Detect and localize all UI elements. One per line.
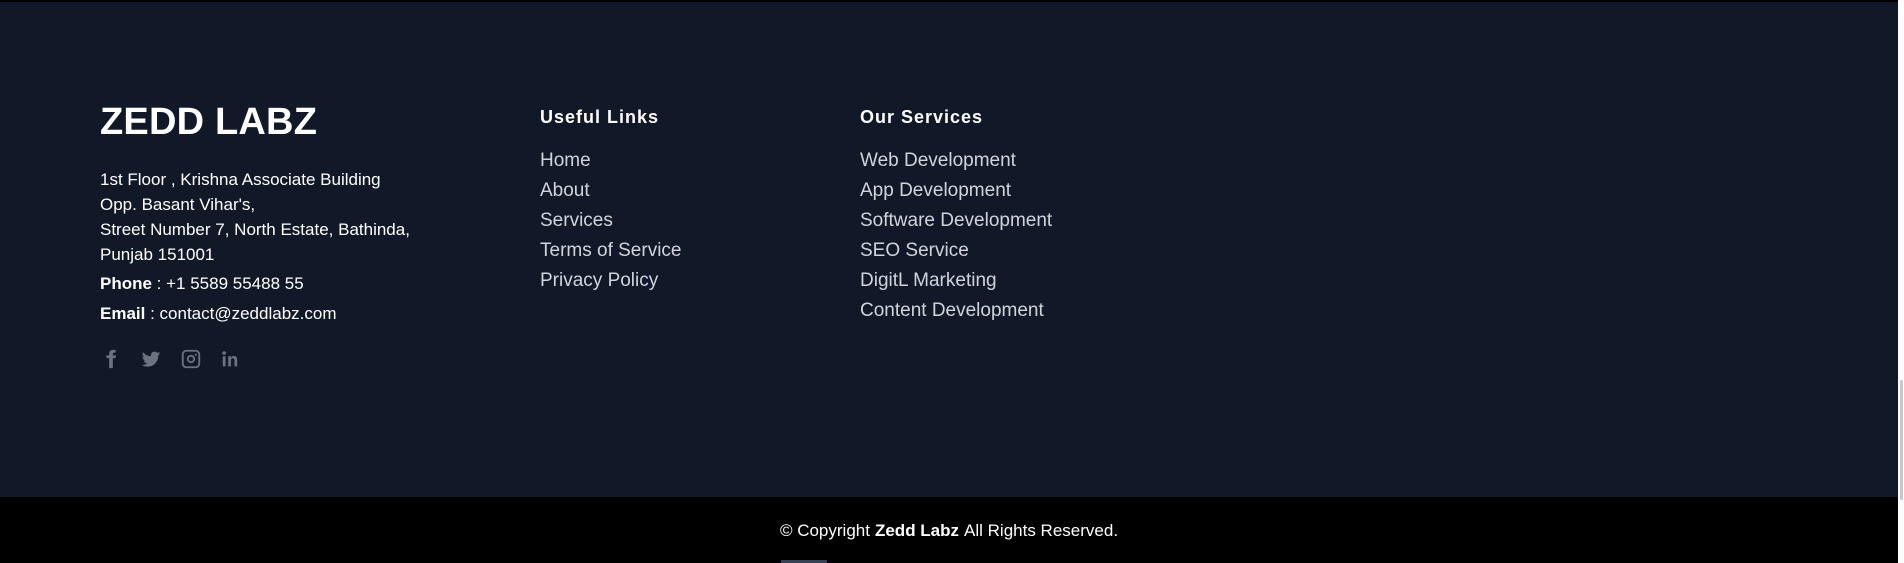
service-content-development[interactable]: Content Development: [860, 296, 1160, 326]
useful-link-about[interactable]: About: [540, 176, 800, 206]
facebook-icon: [100, 348, 122, 375]
useful-links-list: Home About Services Terms of Service Pri…: [540, 146, 800, 296]
copyright-company: Zedd Labz: [874, 521, 960, 540]
twitter-link[interactable]: [140, 351, 162, 373]
instagram-link[interactable]: [180, 348, 202, 375]
page: ZEDD LABZ 1st Floor , Krishna Associate …: [0, 0, 1904, 563]
our-services-title: Our Services: [860, 107, 984, 127]
service-seo[interactable]: SEO Service: [860, 236, 1160, 266]
email-value: contact@zeddlabz.com: [159, 303, 337, 323]
phone-value: +1 5589 55488 55: [166, 273, 304, 293]
service-software-development[interactable]: Software Development: [860, 206, 1160, 236]
useful-link-services[interactable]: Services: [540, 206, 800, 236]
email-separator: :: [145, 303, 160, 323]
address-line: Punjab 151001: [100, 244, 215, 264]
our-services-list: Web Development App Development Software…: [860, 146, 1160, 326]
twitter-icon: [140, 348, 162, 375]
email-line: Email : contact@zeddlabz.com: [100, 301, 480, 327]
address-line: Street Number 7, North Estate, Bathinda,: [100, 219, 410, 239]
useful-link-privacy[interactable]: Privacy Policy: [540, 266, 800, 296]
scrollbar-thumb[interactable]: [1900, 380, 1903, 500]
social-links: [100, 348, 480, 375]
service-digital-marketing[interactable]: DigitL Marketing: [860, 266, 1160, 296]
useful-link-terms[interactable]: Terms of Service: [540, 236, 800, 266]
useful-links-column: Useful Links Home About Services Terms o…: [540, 106, 800, 296]
address-line: Opp. Basant Vihar's,: [100, 194, 256, 214]
instagram-icon: [180, 348, 202, 375]
linkedin-link[interactable]: [220, 351, 242, 373]
phone-separator: :: [151, 273, 167, 293]
useful-link-home[interactable]: Home: [540, 146, 800, 176]
service-app-development[interactable]: App Development: [860, 176, 1160, 206]
footer-main: ZEDD LABZ 1st Floor , Krishna Associate …: [0, 0, 1898, 499]
email-label: Email: [100, 303, 146, 323]
service-web-development[interactable]: Web Development: [860, 146, 1160, 176]
our-services-column: Our Services Web Development App Develop…: [860, 106, 1160, 326]
page-scrollbar[interactable]: [1898, 0, 1904, 563]
brand-title: ZEDD LABZ: [100, 101, 318, 143]
useful-links-title: Useful Links: [540, 107, 660, 127]
phone-label: Phone: [100, 273, 152, 293]
footer-brand-column: ZEDD LABZ 1st Floor , Krishna Associate …: [100, 101, 480, 375]
address-line: 1st Floor , Krishna Associate Building: [100, 169, 381, 189]
linkedin-icon: [220, 348, 242, 375]
copyright-bar: © Copyright Zedd Labz All Rights Reserve…: [0, 497, 1898, 563]
address-block: 1st Floor , Krishna Associate Building O…: [100, 167, 480, 267]
copyright-suffix: All Rights Reserved.: [964, 521, 1119, 540]
copyright-prefix: © Copyright: [779, 521, 870, 540]
facebook-link[interactable]: [100, 348, 122, 375]
phone-line: Phone : +1 5589 55488 55: [100, 271, 480, 297]
